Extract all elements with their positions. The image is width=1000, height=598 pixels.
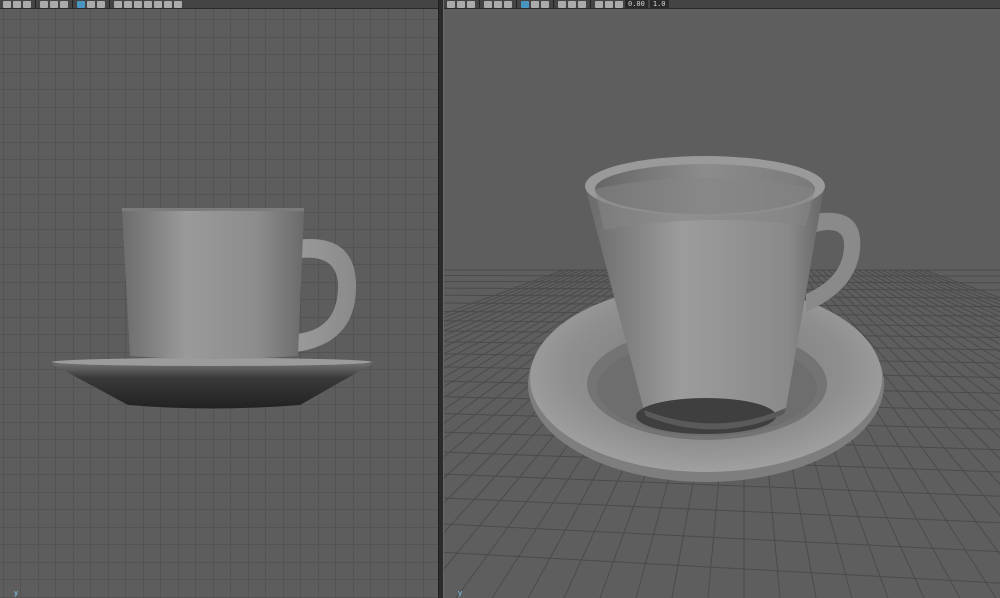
textured-icon[interactable] (531, 0, 539, 8)
mug-body-front[interactable] (122, 208, 304, 359)
bookmark-icon[interactable] (457, 0, 465, 8)
lock-icon[interactable] (484, 0, 492, 8)
mug-rim-perspective[interactable] (585, 156, 825, 230)
camera-icon[interactable] (595, 0, 603, 8)
front-viewport[interactable]: y (0, 0, 438, 598)
exposure-field[interactable]: 0.00 (625, 0, 648, 8)
lights-icon[interactable] (541, 0, 549, 8)
gamma-field[interactable]: 1.0 (649, 0, 669, 8)
camera-icon[interactable] (447, 0, 455, 8)
bookmark-icon[interactable] (154, 0, 162, 8)
viewport-toolbar-right: 0.00 1.0 (444, 0, 1000, 9)
bookmark-icon[interactable] (605, 0, 613, 8)
film-icon[interactable] (467, 0, 475, 8)
perspective-view-canvas[interactable] (444, 0, 1000, 598)
film-icon[interactable] (23, 0, 31, 8)
front-view-canvas[interactable] (0, 0, 438, 598)
camera-icon[interactable] (3, 0, 11, 8)
axis-indicator: y (14, 589, 19, 597)
smooth-shade-icon[interactable] (521, 0, 529, 8)
axis-indicator: y (458, 589, 463, 597)
wireframe-icon[interactable] (60, 0, 68, 8)
film-icon[interactable] (615, 0, 623, 8)
viewport-toolbar-left (0, 0, 438, 9)
shadows-icon[interactable] (558, 0, 566, 8)
film-icon[interactable] (164, 0, 172, 8)
textured-icon[interactable] (87, 0, 95, 8)
lock-icon[interactable] (40, 0, 48, 8)
xray-icon[interactable] (124, 0, 132, 8)
camera-icon[interactable] (144, 0, 152, 8)
grid-icon[interactable] (50, 0, 58, 8)
lock-icon[interactable] (174, 0, 182, 8)
grid-icon[interactable] (494, 0, 502, 8)
isolate-icon[interactable] (134, 0, 142, 8)
perspective-viewport[interactable]: 0.00 1.0 y (444, 0, 1000, 598)
smooth-shade-icon[interactable] (77, 0, 85, 8)
lights-icon[interactable] (97, 0, 105, 8)
wireframe-icon[interactable] (504, 0, 512, 8)
isolate-icon[interactable] (578, 0, 586, 8)
shadows-icon[interactable] (114, 0, 122, 8)
bookmark-icon[interactable] (13, 0, 21, 8)
xray-icon[interactable] (568, 0, 576, 8)
